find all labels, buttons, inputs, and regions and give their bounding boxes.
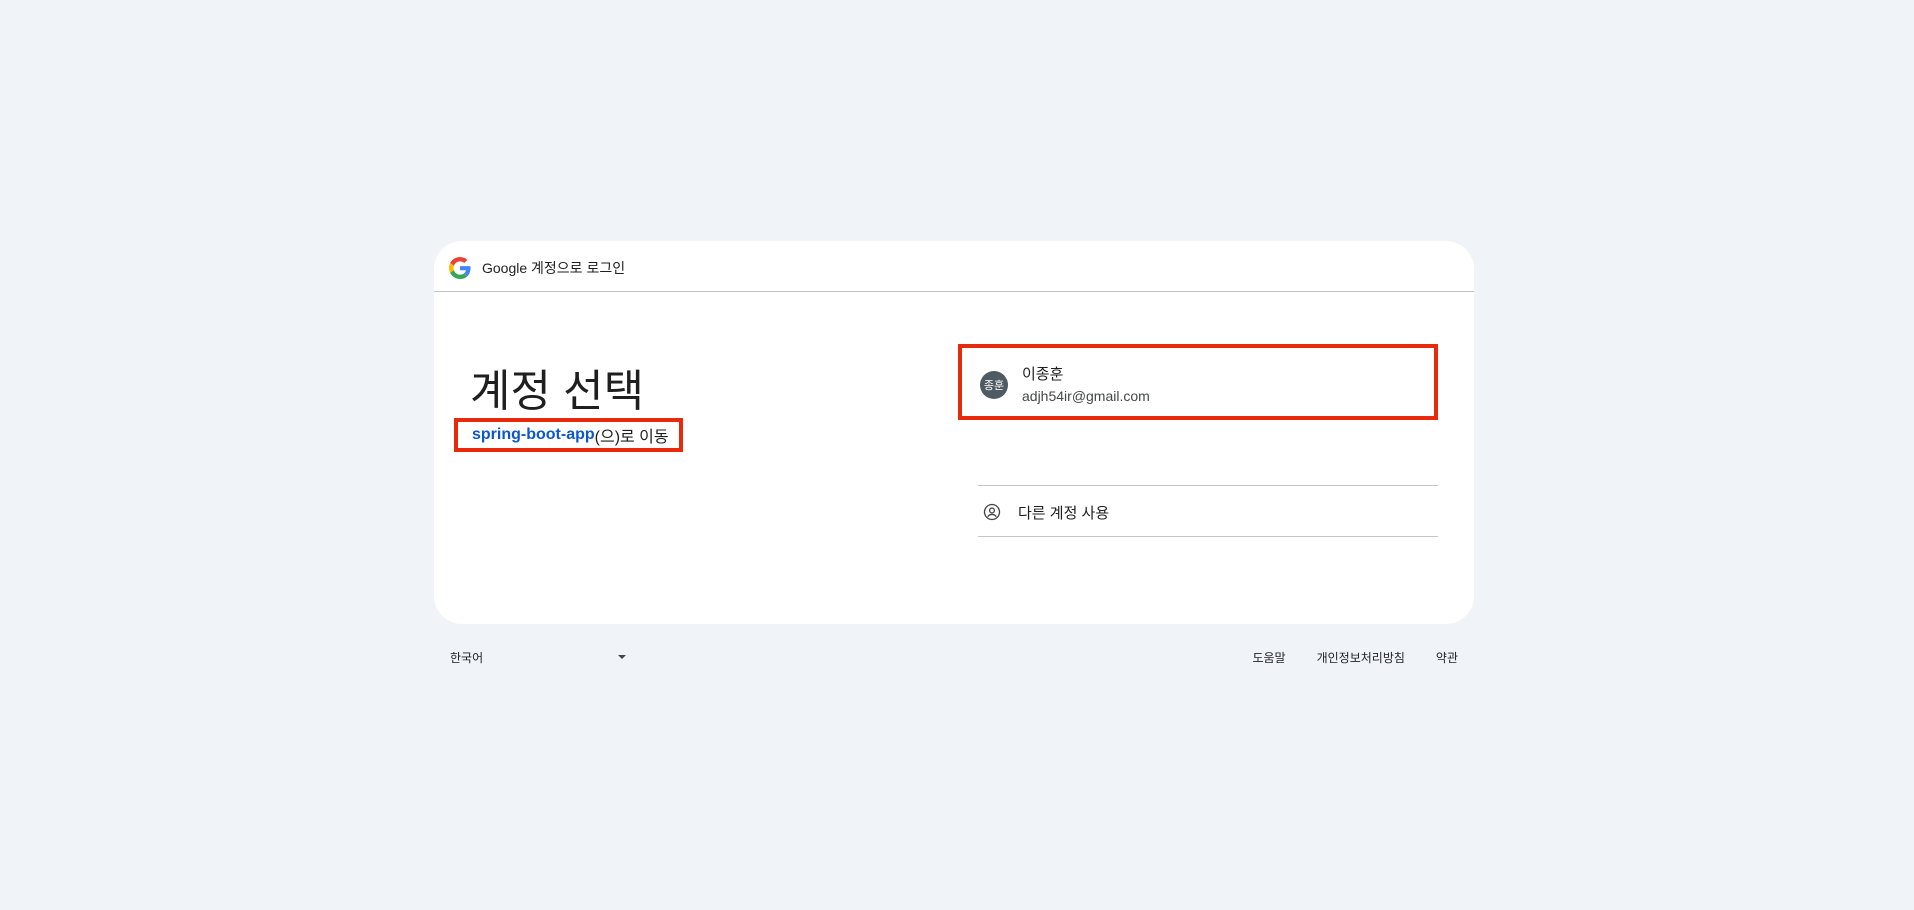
account-item[interactable]: 종훈 이종훈 adjh54ir@gmail.com	[958, 344, 1438, 420]
account-name: 이종훈	[1022, 366, 1064, 383]
help-link[interactable]: 도움말	[1252, 649, 1285, 666]
chevron-down-icon	[618, 655, 626, 659]
page: Google 계정으로 로그인 계정 선택 spring-boot-app (으)…	[0, 0, 1914, 910]
footer-links: 도움말 개인정보처리방침 약관	[1252, 649, 1458, 666]
account-email: adjh54ir@gmail.com	[1022, 388, 1150, 404]
use-another-account-button[interactable]: 다른 계정 사용	[978, 485, 1438, 537]
continue-to-app-text: spring-boot-app (으)로 이동	[454, 418, 683, 452]
avatar: 종훈	[980, 371, 1008, 399]
language-label: 한국어	[450, 651, 484, 665]
footer: 한국어 도움말 개인정보처리방침 약관	[434, 646, 1474, 670]
person-circle-icon	[983, 503, 1001, 521]
account-chooser-card: Google 계정으로 로그인 계정 선택 spring-boot-app (으)…	[434, 241, 1474, 624]
privacy-link[interactable]: 개인정보처리방침	[1317, 649, 1405, 666]
continue-suffix: (으)로 이동	[594, 429, 669, 446]
use-another-account-label: 다른 계정 사용	[1018, 505, 1110, 522]
card-header: Google 계정으로 로그인	[434, 241, 1474, 292]
header-title: Google 계정으로 로그인	[482, 260, 626, 276]
language-select[interactable]: 한국어	[450, 646, 626, 666]
google-g-icon	[449, 257, 471, 279]
app-name-link[interactable]: spring-boot-app	[472, 426, 595, 444]
page-title: 계정 선택	[470, 367, 645, 417]
terms-link[interactable]: 약관	[1436, 649, 1458, 666]
